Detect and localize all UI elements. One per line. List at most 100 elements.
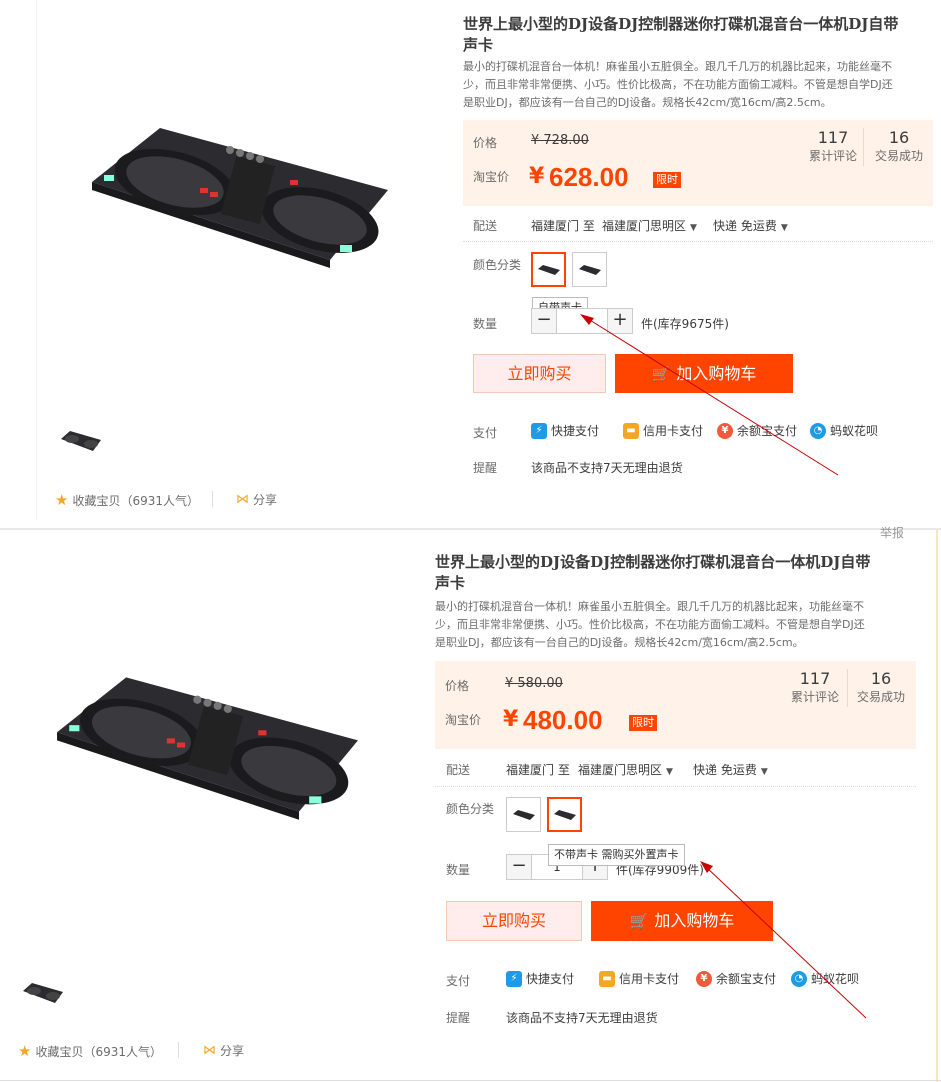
divider	[435, 786, 916, 787]
payment-credit: ▬ 信用卡支付	[599, 970, 679, 987]
chevron-down-icon: ▼	[666, 767, 673, 777]
reminder-label: 提醒	[473, 461, 498, 475]
stat-divider	[847, 669, 848, 707]
delivery-label: 配送	[473, 219, 498, 233]
quantity-label: 数量	[446, 863, 471, 877]
limited-time-badge: 限时	[629, 715, 657, 731]
product-title: 世界上最小型的DJ设备DJ控制器迷你打碟机混音台一体机DJ自带 声卡	[463, 15, 899, 54]
deals-stat: 16 交易成功	[874, 128, 923, 163]
price-box: 价格 ¥ 580.00 淘宝价 ¥ 480.00 限时 117 累计评论 16 …	[435, 661, 916, 749]
color-option-without-soundcard[interactable]	[547, 797, 582, 832]
report-link[interactable]: 举报	[880, 524, 904, 541]
express-pay-icon: ⚡	[531, 422, 547, 439]
credit-card-icon: ▬	[599, 970, 615, 987]
payment-huabei: ◔ 蚂蚁花呗	[810, 422, 878, 439]
delivery-from: 福建厦门 至	[506, 763, 570, 777]
swatch-image	[553, 809, 576, 820]
color-option-without-soundcard[interactable]	[572, 252, 607, 287]
cart-icon: 🛒	[651, 365, 671, 383]
add-to-cart-button[interactable]: 🛒 加入购物车	[615, 354, 793, 393]
share-icon: ⋈	[236, 492, 249, 507]
delivery-method-select[interactable]: 快递 免运费 ▼	[693, 761, 768, 778]
chevron-down-icon: ▼	[760, 767, 768, 777]
reminder-text: 该商品不支持7天无理由退货	[531, 461, 683, 475]
payment-express: ⚡ 快捷支付	[506, 970, 574, 987]
swatch-image	[512, 809, 535, 820]
product-description: 最小的打碟机混音台一体机！麻雀虽小五脏俱全。跟几千几万的机器比起来，功能丝毫不 …	[435, 600, 865, 649]
buy-now-button[interactable]: 立即购买	[473, 354, 606, 393]
divider	[936, 530, 938, 1082]
price-label: 价格	[445, 679, 470, 693]
quantity-decrease-button[interactable]: −	[531, 308, 557, 334]
credit-card-icon: ▬	[623, 422, 639, 439]
add-to-cart-button[interactable]: 🛒 加入购物车	[591, 901, 773, 941]
product-thumbnail[interactable]	[60, 430, 102, 452]
huabei-icon: ◔	[791, 970, 807, 987]
stock-count: 件(库存9675件)	[641, 317, 729, 331]
divider	[36, 0, 37, 520]
delivery-destination-select[interactable]: 福建厦门思明区 ▼	[578, 761, 673, 778]
payment-huabei: ◔ 蚂蚁花呗	[791, 970, 859, 987]
divider	[463, 241, 933, 242]
share-button[interactable]: ⋈ 分享	[236, 491, 277, 508]
payment-yuebao: ¥ 余额宝支付	[717, 422, 797, 439]
express-pay-icon: ⚡	[506, 970, 522, 987]
chevron-down-icon: ▼	[780, 223, 788, 233]
star-icon: ★	[55, 491, 69, 509]
chevron-down-icon: ▼	[690, 223, 697, 233]
buy-now-button[interactable]: 立即购买	[446, 901, 582, 941]
reviews-stat[interactable]: 117 累计评论	[803, 128, 863, 164]
payment-credit: ▬ 信用卡支付	[623, 422, 703, 439]
price-box: 价格 ¥ 728.00 淘宝价 ¥ 628.00 限时 117 累计评论 16 …	[463, 120, 933, 206]
reminder-text: 该商品不支持7天无理由退货	[506, 1011, 658, 1025]
star-icon: ★	[18, 1042, 32, 1060]
quantity-decrease-button[interactable]: −	[506, 854, 532, 880]
swatch-image	[578, 264, 601, 275]
cart-icon: 🛒	[629, 912, 649, 930]
divider	[0, 1080, 941, 1081]
reminder-label: 提醒	[446, 1011, 471, 1025]
product-description: 最小的打碟机混音台一体机！麻雀虽小五脏俱全。跟几千几万的机器比起来，功能丝毫不 …	[463, 60, 893, 109]
original-price: ¥ 580.00	[505, 676, 563, 691]
current-price: 480.00	[523, 705, 603, 735]
currency-symbol: ¥	[503, 707, 519, 732]
quantity-input[interactable]	[556, 308, 608, 334]
stat-divider	[863, 128, 864, 166]
delivery-label: 配送	[446, 763, 471, 777]
original-price: ¥ 728.00	[531, 133, 589, 148]
delivery-method-select[interactable]: 快递 免运费 ▼	[713, 217, 788, 234]
yuebao-icon: ¥	[717, 422, 733, 439]
divider	[178, 1042, 179, 1058]
product-title: 世界上最小型的DJ设备DJ控制器迷你打碟机混音台一体机DJ自带 声卡	[435, 553, 871, 592]
quantity-increase-button[interactable]: +	[607, 308, 633, 334]
swatch-image	[537, 264, 560, 275]
taobao-price-label: 淘宝价	[445, 713, 482, 727]
delivery-destination-select[interactable]: 福建厦门思明区 ▼	[602, 217, 697, 234]
product-image	[57, 677, 358, 820]
yuebao-icon: ¥	[696, 970, 712, 987]
current-price: 628.00	[549, 162, 629, 192]
favorite-button[interactable]: ★ 收藏宝贝（6931人气）	[55, 491, 199, 509]
limited-time-badge: 限时	[653, 172, 681, 188]
color-option-with-soundcard[interactable]	[531, 252, 566, 287]
currency-symbol: ¥	[529, 164, 545, 189]
taobao-price-label: 淘宝价	[473, 170, 510, 184]
share-button[interactable]: ⋈ 分享	[203, 1042, 244, 1059]
divider	[212, 491, 213, 507]
color-option-with-soundcard[interactable]	[506, 797, 541, 832]
product-thumbnail[interactable]	[22, 982, 64, 1004]
favorite-button[interactable]: ★ 收藏宝贝（6931人气）	[18, 1042, 162, 1060]
share-icon: ⋈	[203, 1043, 216, 1058]
quantity-label: 数量	[473, 317, 498, 331]
deals-stat: 16 交易成功	[856, 669, 905, 704]
delivery-from: 福建厦门 至	[531, 219, 595, 233]
payment-label: 支付	[473, 426, 498, 440]
color-label: 颜色分类	[473, 258, 522, 272]
product-image	[92, 128, 388, 268]
reviews-stat[interactable]: 117 累计评论	[785, 669, 845, 705]
payment-label: 支付	[446, 974, 471, 988]
price-label: 价格	[473, 136, 498, 150]
huabei-icon: ◔	[810, 422, 826, 439]
color-label: 颜色分类	[446, 802, 495, 816]
product-panel-without-soundcard: 举报 世界上最小型的DJ设备DJ控制器迷你打碟机混音台一体机DJ自带 声卡 最小…	[0, 526, 941, 1082]
